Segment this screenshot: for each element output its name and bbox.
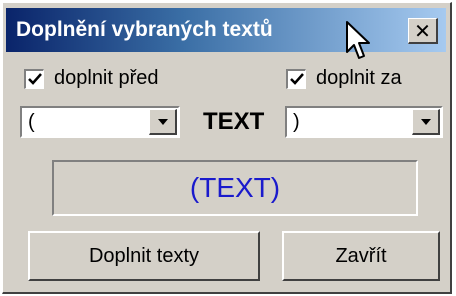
- after-text-combo[interactable]: ): [285, 106, 443, 138]
- checkbox-after[interactable]: [286, 68, 306, 89]
- check-icon: [289, 73, 304, 85]
- checkbox-before-label: doplnit před: [54, 67, 159, 89]
- checkbox-after-row[interactable]: doplnit za: [286, 67, 402, 90]
- checkbox-before-row[interactable]: doplnit před: [24, 67, 159, 90]
- preview-text: (TEXT): [189, 172, 281, 203]
- check-icon: [27, 73, 42, 85]
- close-icon: ✕: [414, 18, 431, 43]
- close-window-button[interactable]: ✕: [408, 18, 438, 44]
- chevron-down-icon: [420, 118, 431, 125]
- close-button[interactable]: Zavřít: [282, 231, 440, 281]
- after-dropdown-button[interactable]: [412, 109, 440, 135]
- window-title: Doplnění vybraných textů: [16, 18, 273, 41]
- title-bar[interactable]: Doplnění vybraných textů ✕: [6, 8, 446, 52]
- checkbox-before[interactable]: [24, 68, 44, 89]
- text-placeholder-label: TEXT: [203, 108, 265, 135]
- chevron-down-icon: [157, 118, 168, 125]
- mouse-pointer-icon: [346, 21, 370, 59]
- apply-texts-button[interactable]: Doplnit texty: [28, 231, 260, 281]
- after-text-value: ): [293, 111, 300, 133]
- checkbox-after-label: doplnit za: [316, 67, 402, 89]
- preview-box: (TEXT): [52, 160, 418, 216]
- before-text-value: (: [28, 111, 35, 133]
- before-text-combo[interactable]: (: [20, 106, 180, 138]
- before-dropdown-button[interactable]: [149, 109, 177, 135]
